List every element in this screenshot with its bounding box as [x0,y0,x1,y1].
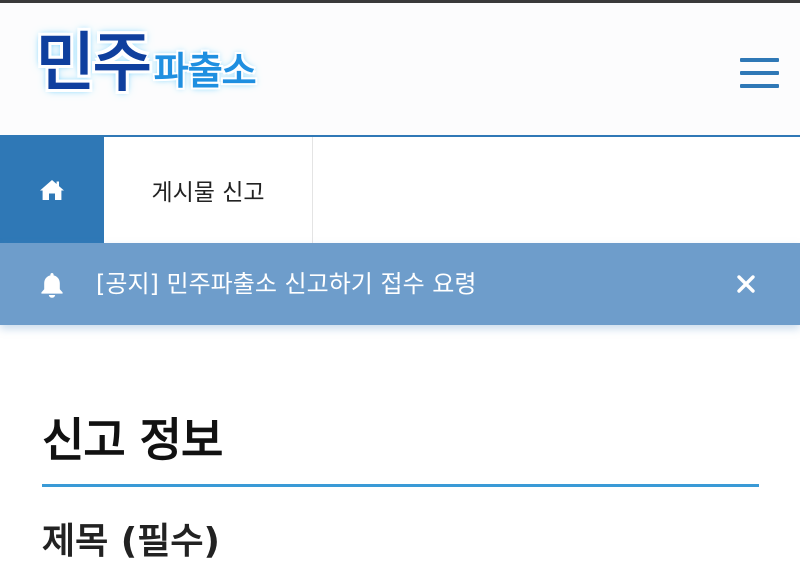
breadcrumb-current[interactable]: 게시물 신고 [104,137,313,243]
page: 민주 파출소 게시물 신고 [공지] 민주파출소 신고하기 접수 요령 신고 정… [0,0,800,578]
title-field-label: 제목 (필수) [42,521,220,562]
home-icon [40,180,64,200]
breadcrumb-home-button[interactable] [0,137,104,243]
hamburger-menu-icon[interactable] [740,58,780,90]
notice-link[interactable]: [공지] 민주파출소 신고하기 접수 요령 [96,243,476,325]
breadcrumb: 게시물 신고 [0,137,800,243]
section-title: 신고 정보 [42,413,223,467]
logo-sub-text: 파출소 [153,49,257,93]
logo-main-text: 민주 [36,27,152,101]
bell-icon [41,273,63,298]
site-logo[interactable]: 민주 파출소 [36,21,257,107]
site-header: 민주 파출소 [0,3,800,137]
close-icon[interactable] [734,272,758,296]
section-divider [42,484,759,487]
notice-banner: [공지] 민주파출소 신고하기 접수 요령 [0,243,800,325]
